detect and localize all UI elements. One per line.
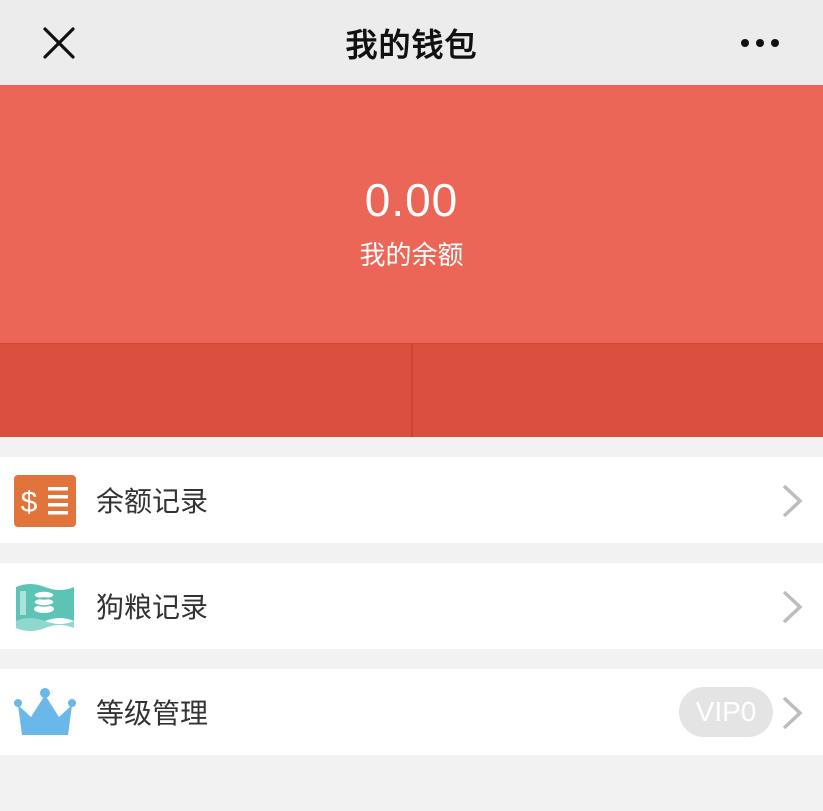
close-button[interactable] (34, 18, 84, 68)
menu-item-dogfood-record[interactable]: 狗粮记录 (0, 563, 823, 649)
chevron-right-icon (782, 484, 803, 518)
balance-action-row (0, 343, 823, 437)
menu-item-label: 等级管理 (96, 697, 209, 730)
crown-icon (14, 688, 76, 735)
page-title: 我的钱包 (345, 25, 478, 64)
balance-action-right[interactable] (410, 344, 823, 437)
menu-item-balance-record[interactable]: $ 余额记录 (0, 457, 823, 543)
close-icon (43, 27, 75, 59)
balance-label: 我的余额 (359, 241, 464, 271)
menu-item-label: 狗粮记录 (96, 591, 209, 624)
svg-text:$: $ (21, 486, 38, 519)
menu-item-label: 余额记录 (96, 485, 209, 518)
balance-action-left[interactable] (0, 344, 411, 437)
balance-panel: 0.00 我的余额 (0, 85, 823, 343)
chevron-right-icon (782, 590, 803, 624)
more-button[interactable] (730, 18, 790, 68)
vip-level-badge: VIP0 (679, 687, 773, 737)
balance-record-icon: $ (14, 475, 76, 527)
balance-amount: 0.00 (364, 174, 459, 226)
more-dots-icon (741, 39, 779, 47)
chevron-right-icon (782, 696, 803, 730)
menu-item-level-management[interactable]: 等级管理 VIP0 (0, 669, 823, 755)
money-bill-icon (16, 584, 74, 631)
navigation-bar: 我的钱包 (0, 0, 823, 85)
